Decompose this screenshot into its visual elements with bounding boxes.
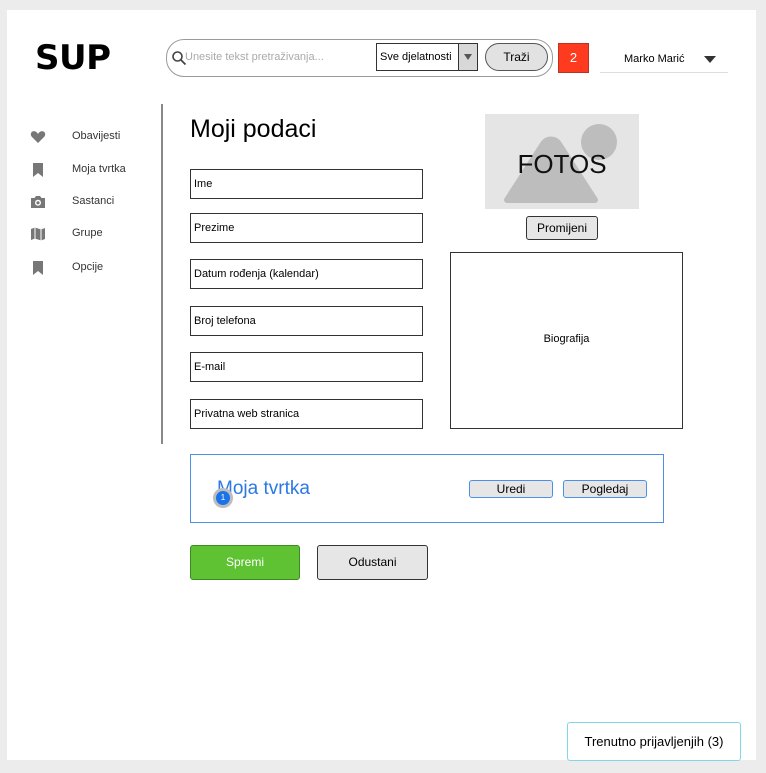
field-label: Prezime: [194, 222, 235, 234]
chevron-down-icon[interactable]: [458, 44, 477, 70]
sidebar-item-label: Sastanci: [72, 195, 115, 207]
camera-icon: [31, 196, 45, 208]
sidebar-divider: [161, 104, 163, 444]
biography-area[interactable]: Biografija: [450, 252, 683, 429]
sidebar-item-label: Obavijesti: [72, 130, 121, 142]
sidebar-item-grupe[interactable]: Grupe: [30, 224, 150, 244]
birthdate-field[interactable]: Datum rođenja (kalendar): [190, 259, 423, 289]
category-select-value: Sve djelatnosti: [380, 51, 452, 63]
page-title: Moji podaci: [190, 115, 317, 143]
sidebar-item-opcije[interactable]: Opcije: [30, 258, 150, 278]
bookmark-icon: [33, 163, 43, 177]
heart-icon: [30, 131, 46, 143]
category-select[interactable]: Sve djelatnosti: [376, 43, 478, 71]
notification-badge[interactable]: 2: [558, 43, 589, 73]
save-button[interactable]: Spremi: [190, 545, 300, 580]
user-name: Marko Marić: [624, 53, 685, 65]
field-label: Ime: [194, 178, 213, 190]
sidebar-item-moja-tvrtka[interactable]: Moja tvrtka: [30, 160, 150, 180]
app-logo: SUP: [35, 38, 111, 78]
cancel-button[interactable]: Odustani: [317, 545, 428, 580]
phone-field[interactable]: Broj telefona: [190, 306, 423, 336]
caret-down-icon[interactable]: [704, 56, 716, 63]
edit-company-button[interactable]: Uredi: [469, 480, 553, 498]
sidebar-item-label: Opcije: [72, 261, 104, 273]
view-company-button[interactable]: Pogledaj: [563, 480, 647, 498]
company-badge: 1: [213, 488, 233, 508]
online-users-button[interactable]: Trenutno prijavljenjih (3): [567, 722, 741, 761]
change-photo-button[interactable]: Promijeni: [526, 216, 598, 240]
last-name-field[interactable]: Prezime: [190, 213, 423, 243]
search-button[interactable]: Traži: [485, 43, 548, 71]
sidebar-item-label: Moja tvrtka: [72, 163, 126, 175]
email-field[interactable]: E-mail: [190, 352, 423, 382]
sidebar-item-sastanci[interactable]: Sastanci: [30, 192, 150, 212]
profile-photo: FOTOS: [485, 114, 639, 209]
sidebar-item-label: Grupe: [72, 227, 103, 239]
biography-label: Biografija: [543, 333, 590, 345]
field-label: Datum rođenja (kalendar): [194, 268, 319, 280]
field-label: Broj telefona: [194, 315, 256, 327]
company-panel: Moja tvrtka 1 Uredi Pogledaj: [190, 454, 664, 523]
search-input[interactable]: [185, 43, 370, 71]
company-badge-count: 1: [216, 491, 230, 505]
user-menu[interactable]: Marko Marić: [600, 48, 728, 73]
first-name-field[interactable]: Ime: [190, 169, 423, 199]
sidebar-item-obavijesti[interactable]: Obavijesti: [30, 127, 150, 147]
photo-label: FOTOS: [517, 149, 607, 179]
map-icon: [31, 227, 45, 241]
website-field[interactable]: Privatna web stranica: [190, 399, 423, 429]
field-label: Privatna web stranica: [194, 408, 300, 420]
field-label: E-mail: [194, 361, 226, 373]
bookmark-icon: [33, 261, 43, 275]
